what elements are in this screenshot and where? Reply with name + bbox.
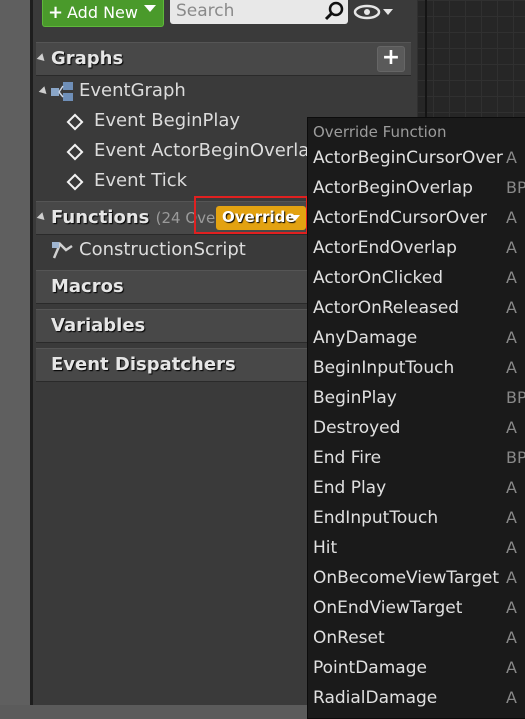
add-graph-button[interactable]: +: [377, 46, 405, 72]
tree-item-eventgraph[interactable]: EventGraph: [38, 79, 298, 105]
menu-item[interactable]: OnReset A: [313, 628, 525, 658]
menu-item[interactable]: EndInputTouch A: [313, 508, 525, 538]
menu-item-tag: A: [506, 418, 517, 437]
menu-item-label: ActorBeginCursorOver: [313, 148, 503, 168]
menu-item[interactable]: Hit A: [313, 538, 525, 568]
menu-item-label: RadialDamage: [313, 688, 438, 708]
menu-item-tag: A: [506, 568, 517, 587]
chevron-down-icon: [144, 5, 156, 12]
left-strip: [0, 0, 30, 705]
menu-item-label: ActorOnClicked: [313, 268, 444, 288]
tree-item-label: EventGraph: [79, 80, 186, 101]
menu-item-label: End Fire: [313, 448, 382, 468]
panel-toolbar: + Add New Search: [42, 0, 412, 30]
menu-item[interactable]: Destroyed A: [313, 418, 525, 448]
menu-item[interactable]: AnyDamage A: [313, 328, 525, 358]
menu-item-tag: A: [506, 268, 517, 287]
graphs-title: Graphs: [51, 48, 124, 69]
menu-item-label: PointDamage: [313, 658, 427, 678]
menu-item-tag: A: [506, 298, 517, 317]
collapse-arrow-icon[interactable]: [38, 86, 50, 97]
menu-item[interactable]: PointDamage A: [313, 658, 525, 688]
menu-item-tag: A: [506, 358, 517, 377]
menu-item-label: AnyDamage: [313, 328, 418, 348]
menu-item-label: ActorEndCursorOver: [313, 208, 487, 228]
event-dispatchers-title: Event Dispatchers: [51, 354, 236, 375]
tree-item-actorbeginoverlap[interactable]: Event ActorBeginOverlap: [66, 139, 307, 165]
menu-item[interactable]: ActorEndOverlap A: [313, 238, 525, 268]
menu-item-label: End Play: [313, 478, 387, 498]
menu-item-label: OnBecomeViewTarget: [313, 568, 499, 588]
menu-item-tag: A: [506, 238, 517, 257]
menu-item[interactable]: OnBecomeViewTarget A: [313, 568, 525, 598]
functions-label: Functions: [51, 207, 150, 228]
menu-item-tag: BP: [506, 178, 525, 197]
menu-item[interactable]: OnEndViewTarget A: [313, 598, 525, 628]
menu-item-label: ActorOnReleased: [313, 298, 460, 318]
menu-item-tag: A: [506, 208, 517, 227]
tree-item-label: Event Tick: [94, 170, 188, 191]
search-input[interactable]: Search: [170, 0, 348, 24]
menu-item-label: BeginPlay: [313, 388, 397, 408]
event-node-icon: [66, 113, 84, 131]
plus-icon: +: [48, 2, 64, 23]
tree-item-label: Event ActorBeginOverlap: [94, 140, 307, 161]
tree-item-label: ConstructionScript: [79, 239, 246, 260]
menu-item[interactable]: ActorOnClicked A: [313, 268, 525, 298]
override-function-menu: Override Function ActorBeginCursorOver A …: [307, 117, 525, 719]
menu-item-tag: BP: [506, 448, 525, 467]
menu-item[interactable]: BeginPlay BP: [313, 388, 525, 418]
menu-item-tag: A: [506, 148, 517, 167]
event-node-icon: [66, 143, 84, 161]
menu-item-tag: A: [506, 628, 517, 647]
collapse-arrow-icon[interactable]: [36, 53, 48, 64]
search-icon: [324, 1, 344, 21]
menu-item[interactable]: ActorEndCursorOver A: [313, 208, 525, 238]
tree-item-constructionscript[interactable]: ConstructionScript: [50, 238, 306, 264]
graphs-section-header[interactable]: Graphs +: [36, 42, 411, 76]
variables-title: Variables: [51, 315, 146, 336]
tree-item-beginplay[interactable]: Event BeginPlay: [66, 109, 306, 135]
menu-item-label: ActorEndOverlap: [313, 238, 457, 258]
menu-item-label: Destroyed: [313, 418, 401, 438]
menu-item-label: OnEndViewTarget: [313, 598, 463, 618]
menu-item[interactable]: End Fire BP: [313, 448, 525, 478]
menu-item-tag: A: [506, 508, 517, 527]
add-new-label: Add New: [67, 3, 138, 22]
macros-title: Macros: [51, 276, 124, 297]
menu-item-tag: A: [506, 658, 517, 677]
menu-item-tag: A: [506, 328, 517, 347]
menu-item[interactable]: ActorOnReleased A: [313, 298, 525, 328]
menu-item[interactable]: End Play A: [313, 478, 525, 508]
menu-item-tag: A: [506, 688, 517, 707]
tree-item-label: Event BeginPlay: [94, 110, 241, 131]
highlight-box: [194, 196, 308, 234]
view-options-icon[interactable]: [353, 2, 403, 22]
event-graph-icon: [51, 82, 73, 101]
menu-item[interactable]: BeginInputTouch A: [313, 358, 525, 388]
menu-item-label: BeginInputTouch: [313, 358, 455, 378]
menu-item-label: ActorBeginOverlap: [313, 178, 473, 198]
menu-item-tag: A: [506, 478, 517, 497]
menu-item[interactable]: RadialDamage A: [313, 688, 525, 718]
menu-header: Override Function: [313, 123, 447, 141]
menu-item[interactable]: ActorBeginOverlap BP: [313, 178, 525, 208]
menu-item-label: Hit: [313, 538, 338, 558]
collapse-arrow-icon[interactable]: [36, 212, 48, 223]
menu-item-tag: A: [506, 538, 517, 557]
tree-item-tick[interactable]: Event Tick: [66, 169, 306, 195]
menu-item[interactable]: ActorBeginCursorOver A: [313, 148, 525, 178]
search-placeholder: Search: [176, 1, 235, 21]
menu-item-tag: A: [506, 598, 517, 617]
function-icon: [52, 241, 73, 259]
event-node-icon: [66, 173, 84, 191]
menu-item-label: OnReset: [313, 628, 385, 648]
menu-item-label: EndInputTouch: [313, 508, 439, 528]
add-new-button[interactable]: + Add New: [42, 0, 164, 27]
menu-item-tag: BP: [506, 388, 525, 407]
